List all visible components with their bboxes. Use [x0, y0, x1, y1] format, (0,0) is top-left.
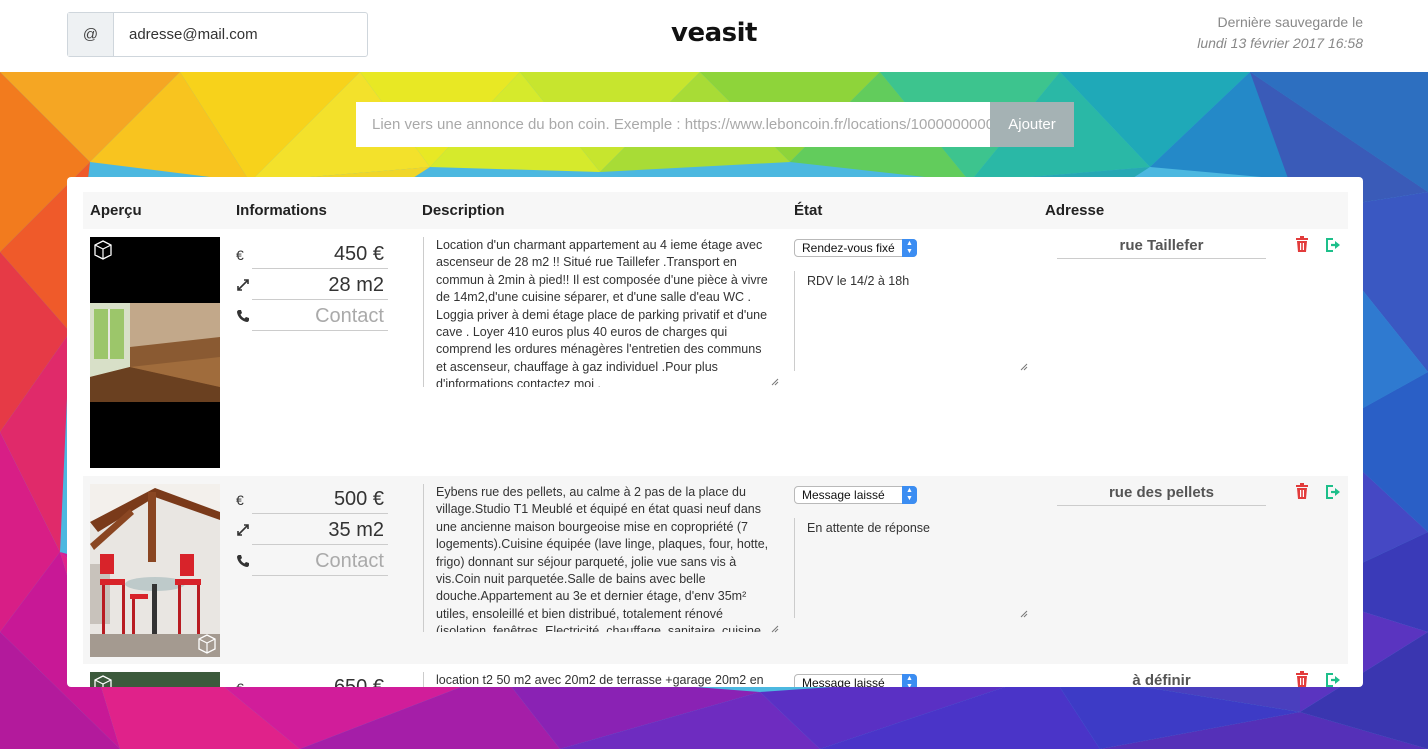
- last-save-label: Dernière sauvegarde le: [1217, 14, 1363, 30]
- open-external-icon[interactable]: [1325, 485, 1341, 499]
- table-header: Aperçu Informations Description État Adr…: [83, 192, 1348, 229]
- description-text: location t2 50 m2 avec 20m2 de terrasse …: [436, 673, 764, 687]
- listing-photo[interactable]: [90, 237, 220, 468]
- select-arrows-icon: ▲ ▼: [902, 674, 917, 687]
- listing-url-bar: Ajouter: [356, 102, 1074, 147]
- price-field[interactable]: 650 €: [252, 672, 388, 687]
- listing-url-input[interactable]: [356, 102, 990, 147]
- expand-icon: [237, 524, 249, 536]
- leboncoin-badge-icon: [94, 675, 112, 687]
- contact-field[interactable]: Contact: [252, 301, 388, 331]
- header-etat: État: [794, 202, 823, 219]
- last-save-info: Dernière sauvegarde le lundi 13 février …: [1197, 12, 1363, 54]
- trash-icon[interactable]: [1295, 236, 1309, 252]
- phone-icon: [237, 555, 249, 567]
- listing-photo[interactable]: [90, 672, 220, 687]
- state-value: Message laissé: [802, 676, 885, 687]
- price-field[interactable]: 450 €: [252, 239, 388, 269]
- header-description: Description: [422, 202, 505, 219]
- state-select[interactable]: Message laissé ▲ ▼: [794, 486, 917, 504]
- note-text: RDV le 14/2 à 18h: [807, 274, 910, 288]
- table-row: € 650 € location t2 50 m2 avec 20m2 de t…: [83, 664, 1348, 687]
- leboncoin-badge-icon: [198, 634, 216, 654]
- table-row: € 500 € 35 m2 Contact Eybens rue des pel…: [83, 476, 1348, 664]
- state-select[interactable]: Rendez-vous fixé ▲ ▼: [794, 239, 917, 257]
- add-button[interactable]: Ajouter: [990, 102, 1074, 147]
- phone-icon: [237, 310, 249, 322]
- description-textarea[interactable]: Location d'un charmant appartement au 4 …: [423, 237, 779, 387]
- listing-photo[interactable]: [90, 484, 220, 657]
- address-field[interactable]: à définir: [1057, 670, 1266, 687]
- state-value: Rendez-vous fixé: [802, 241, 895, 255]
- note-text: En attente de réponse: [807, 521, 931, 535]
- select-arrows-icon: ▲ ▼: [902, 239, 917, 257]
- open-external-icon[interactable]: [1325, 673, 1341, 687]
- address-field[interactable]: rue Taillefer: [1057, 235, 1266, 259]
- note-textarea[interactable]: En attente de réponse: [794, 518, 1030, 618]
- trash-icon[interactable]: [1295, 671, 1309, 687]
- select-arrows-icon: ▲ ▼: [902, 486, 917, 504]
- last-save-date: lundi 13 février 2017 16:58: [1197, 35, 1363, 51]
- euro-icon: €: [236, 492, 244, 508]
- address-field[interactable]: rue des pellets: [1057, 482, 1266, 506]
- description-text: Eybens rue des pellets, au calme à 2 pas…: [436, 485, 769, 632]
- table-row: € 450 € 28 m2 Contact Location d'un char…: [83, 229, 1348, 476]
- state-select[interactable]: Message laissé ▲ ▼: [794, 674, 917, 687]
- resize-handle-icon[interactable]: [1020, 610, 1028, 618]
- resize-handle-icon[interactable]: [771, 378, 779, 386]
- description-textarea[interactable]: Eybens rue des pellets, au calme à 2 pas…: [423, 484, 779, 632]
- euro-icon: €: [236, 680, 250, 687]
- note-textarea[interactable]: RDV le 14/2 à 18h: [794, 271, 1030, 371]
- listings-panel: Aperçu Informations Description État Adr…: [67, 177, 1363, 687]
- header-adresse: Adresse: [1045, 202, 1105, 219]
- resize-handle-icon[interactable]: [771, 625, 779, 633]
- euro-icon: €: [236, 247, 244, 263]
- header-apercu: Aperçu: [90, 202, 142, 219]
- header-informations: Informations: [236, 202, 327, 219]
- open-external-icon[interactable]: [1325, 238, 1341, 252]
- trash-icon[interactable]: [1295, 483, 1309, 499]
- description-text: Location d'un charmant appartement au 4 …: [436, 238, 768, 387]
- state-value: Message laissé: [802, 488, 885, 502]
- price-field[interactable]: 500 €: [252, 484, 388, 514]
- contact-field[interactable]: Contact: [252, 546, 388, 576]
- surface-field[interactable]: 35 m2: [252, 515, 388, 545]
- resize-handle-icon[interactable]: [1020, 363, 1028, 371]
- expand-icon: [237, 279, 249, 291]
- description-textarea[interactable]: location t2 50 m2 avec 20m2 de terrasse …: [423, 672, 779, 687]
- top-bar: @ veasit Dernière sauvegarde le lundi 13…: [0, 0, 1428, 72]
- surface-field[interactable]: 28 m2: [252, 270, 388, 300]
- leboncoin-badge-icon: [94, 240, 112, 260]
